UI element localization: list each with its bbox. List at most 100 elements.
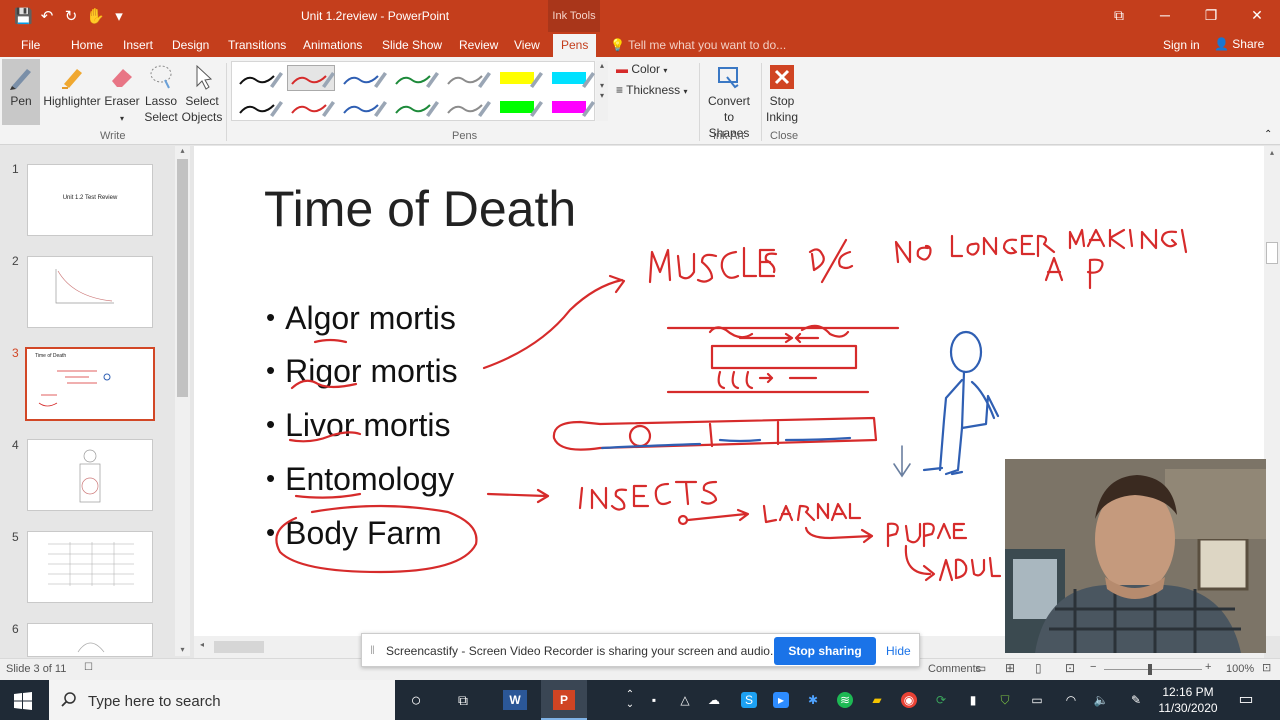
windows-start-icon[interactable] xyxy=(14,692,32,710)
cloud-icon[interactable]: ☁ xyxy=(706,692,722,708)
zoom-level[interactable]: 100% xyxy=(1226,663,1254,675)
pen-swatch[interactable] xyxy=(495,94,543,120)
zoom-in-icon[interactable]: + xyxy=(1205,661,1211,673)
color-dropdown[interactable]: ▬ Color ▾ xyxy=(616,62,667,76)
scroll-down-icon[interactable]: ▾ xyxy=(175,645,190,654)
tab-animations[interactable]: Animations xyxy=(303,38,362,52)
powerpoint-taskbar-item[interactable]: P xyxy=(541,680,587,720)
slideshow-view-icon[interactable]: ⊡ xyxy=(1065,661,1075,675)
normal-view-icon[interactable]: ▭ xyxy=(975,661,986,675)
slide-thumbnail-6[interactable] xyxy=(27,623,153,657)
spell-check-icon[interactable]: ☐ xyxy=(84,662,93,673)
highlighter-button[interactable]: Highlighter xyxy=(42,63,102,109)
pen-swatch[interactable] xyxy=(235,94,283,120)
pen-swatch[interactable] xyxy=(443,94,491,120)
pen-swatch[interactable] xyxy=(443,65,491,91)
pen-swatch[interactable] xyxy=(339,65,387,91)
pen-swatch[interactable] xyxy=(391,65,439,91)
tell-me-search[interactable]: 💡 Tell me what you want to do... xyxy=(610,38,786,52)
folder-icon[interactable]: ▰ xyxy=(869,692,885,708)
tab-transitions[interactable]: Transitions xyxy=(228,38,286,52)
scroll-up-icon[interactable]: ▴ xyxy=(175,146,190,155)
minimize-button[interactable]: ─ xyxy=(1142,0,1188,32)
slide-thumbnail-1[interactable]: Unit 1.2 Test Review xyxy=(27,164,153,236)
redo-icon[interactable]: ↻ xyxy=(62,7,80,25)
pen-swatch[interactable] xyxy=(547,94,595,120)
lasso-select-button[interactable]: Lasso Select xyxy=(142,63,180,125)
zoom-slider[interactable] xyxy=(1104,669,1202,670)
fit-to-window-icon[interactable]: ⊡ xyxy=(1262,661,1271,674)
thickness-dropdown[interactable]: ≡ Thickness ▾ xyxy=(616,83,688,97)
tab-view[interactable]: View xyxy=(514,38,540,52)
select-objects-button[interactable]: Select Objects xyxy=(181,63,223,125)
volume-icon[interactable]: 🔈 xyxy=(1093,692,1109,708)
slide-scrollbar[interactable]: ▴ xyxy=(1264,146,1280,636)
zoom-icon[interactable]: ▸ xyxy=(773,692,789,708)
battery-icon[interactable]: ▭ xyxy=(1029,692,1045,708)
collapse-ribbon-icon[interactable]: ⌃ xyxy=(1264,129,1272,140)
zoom-out-icon[interactable]: − xyxy=(1090,661,1096,673)
drag-handle-icon[interactable]: ‖ xyxy=(370,643,375,657)
pen-swatch[interactable] xyxy=(391,94,439,120)
usb-icon[interactable]: ▮ xyxy=(965,692,981,708)
restore-button[interactable]: ❐ xyxy=(1188,0,1234,32)
sign-in-link[interactable]: Sign in xyxy=(1163,38,1200,52)
pen-button[interactable]: Pen xyxy=(2,59,40,125)
pen-swatch[interactable] xyxy=(235,65,283,91)
drive-icon[interactable]: △ xyxy=(677,692,693,708)
shield-icon[interactable]: ⛉ xyxy=(997,692,1013,708)
tab-insert[interactable]: Insert xyxy=(123,38,153,52)
hide-notification-button[interactable]: Hide xyxy=(886,644,911,658)
undo-icon[interactable]: ↶ xyxy=(38,7,56,25)
touch-mode-icon[interactable]: ✋ xyxy=(86,7,105,25)
zoom-slider-thumb[interactable] xyxy=(1148,664,1152,675)
eraser-button[interactable]: Eraser ▾ xyxy=(104,63,140,127)
pen-swatch[interactable] xyxy=(287,65,335,91)
word-app-icon[interactable]: W xyxy=(503,690,527,710)
notifications-icon[interactable]: ▭ xyxy=(1236,690,1256,710)
tab-slideshow[interactable]: Slide Show xyxy=(382,38,442,52)
pen-swatch[interactable] xyxy=(339,94,387,120)
stop-sharing-button[interactable]: Stop sharing xyxy=(774,637,876,665)
cortana-icon[interactable]: ○ xyxy=(406,690,426,710)
bluetooth-icon[interactable]: ✱ xyxy=(805,692,821,708)
taskbar-search[interactable]: Type here to search xyxy=(49,680,395,720)
stop-inking-button[interactable]: Stop Inking xyxy=(763,63,801,125)
slide-thumbnail-3[interactable]: Time of Death xyxy=(25,347,155,421)
tray-overflow-icon[interactable]: ⌃ ⌄ xyxy=(620,690,640,710)
camera-icon[interactable]: ▪ xyxy=(646,692,662,708)
scroll-up-icon[interactable]: ▴ xyxy=(1264,148,1280,157)
close-button[interactable]: ✕ xyxy=(1234,0,1280,32)
save-icon[interactable]: 💾 xyxy=(14,7,33,25)
slide-thumbnail-4[interactable] xyxy=(27,439,153,511)
skype-icon[interactable]: S xyxy=(741,692,757,708)
tab-design[interactable]: Design xyxy=(172,38,209,52)
pen-swatch[interactable] xyxy=(495,65,543,91)
sync-icon[interactable]: ⟳ xyxy=(933,692,949,708)
tab-pens[interactable]: Pens xyxy=(553,34,597,57)
slide-thumbnail-5[interactable] xyxy=(27,531,153,603)
system-clock[interactable]: 12:16 PM 11/30/2020 xyxy=(1152,684,1224,716)
wifi-icon[interactable]: ◠ xyxy=(1063,692,1079,708)
slide-sorter-icon[interactable]: ⊞ xyxy=(1005,661,1015,675)
spotify-icon[interactable]: ≋ xyxy=(837,692,853,708)
pen-workspace-icon[interactable]: ✎ xyxy=(1128,692,1144,708)
tab-review[interactable]: Review xyxy=(459,38,498,52)
pen-swatch[interactable] xyxy=(547,65,595,91)
scroll-left-icon[interactable]: ◂ xyxy=(200,640,204,649)
tab-home[interactable]: Home xyxy=(71,38,103,52)
slide-thumbnail-2[interactable] xyxy=(27,256,153,328)
tab-file[interactable]: File xyxy=(21,38,40,52)
thumbnail-scrollbar[interactable]: ▴ ▾ xyxy=(175,146,190,656)
reading-view-icon[interactable]: ▯ xyxy=(1035,661,1042,675)
chrome-icon[interactable]: ◉ xyxy=(901,692,917,708)
comments-button[interactable]: Comments xyxy=(928,663,981,675)
thumbnail-title: Unit 1.2 Test Review xyxy=(62,195,118,201)
bullet-item: • Livor mortis xyxy=(266,407,451,443)
pens-gallery-scroll[interactable]: ▴ ▾ ▾ xyxy=(596,61,608,121)
ribbon-display-icon[interactable]: ⧉ xyxy=(1096,0,1142,32)
customize-icon[interactable]: ▾ xyxy=(110,7,128,25)
pen-swatch[interactable] xyxy=(287,94,335,120)
share-button[interactable]: 👤 Share xyxy=(1214,37,1264,51)
task-view-icon[interactable]: ⧉ xyxy=(453,690,473,710)
